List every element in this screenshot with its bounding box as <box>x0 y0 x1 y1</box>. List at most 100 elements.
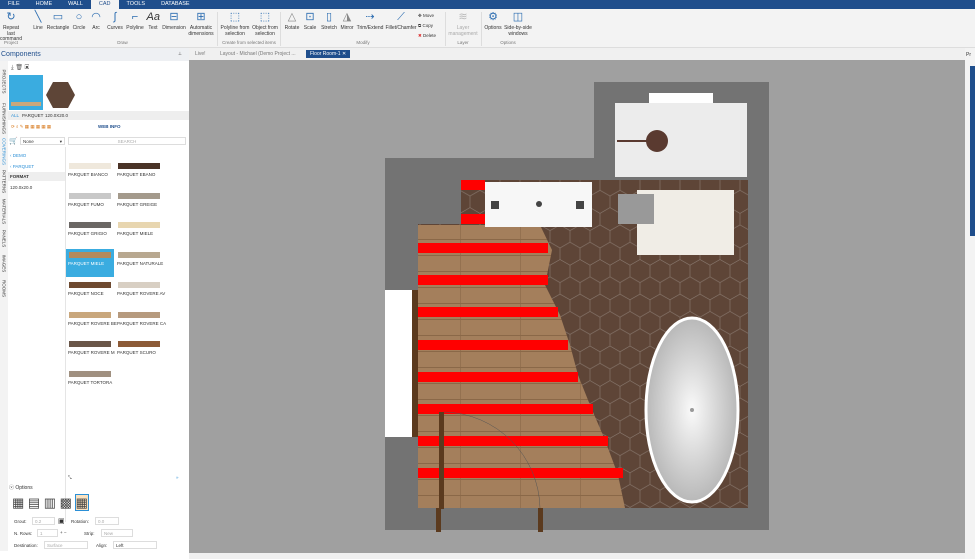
rows-stepper[interactable]: + − <box>60 530 67 535</box>
line-button[interactable]: ╲ Line <box>30 11 46 32</box>
rows-label: N. Rows: <box>14 531 33 536</box>
panel-title: Components <box>0 48 189 61</box>
menu-file[interactable]: FILE <box>0 0 28 9</box>
strip-label: Strip: <box>84 531 95 536</box>
grout-input[interactable]: 0.2 <box>32 517 55 525</box>
tree-demo[interactable]: ‹ DEMO <box>10 153 26 158</box>
menu-database[interactable]: DATABASE <box>153 0 198 9</box>
vtab-projects[interactable]: PROJECTS <box>2 64 7 100</box>
layers-icon: ≋ <box>458 11 468 23</box>
component-tile[interactable]: PARQUET GRIGIO <box>66 219 114 247</box>
mirror-button[interactable]: ◮ Mirror <box>339 11 355 32</box>
component-tile[interactable]: PARQUET ROVERE M <box>66 338 115 366</box>
dimension-icon: ⊟ <box>169 11 179 23</box>
crumb-parquet[interactable]: PARQUET <box>22 113 43 118</box>
toolbar-icons[interactable]: ⟳ ⌕ ✎ ▦ ▦ ▦ ▦ ▦ <box>11 124 51 130</box>
menu-cad[interactable]: CAD <box>90 0 119 9</box>
tile-label: PARQUET ROVERE CA <box>117 320 167 326</box>
filter-select[interactable]: None ▾ <box>20 137 65 145</box>
tile-thumbnail <box>118 281 160 288</box>
menu-tools[interactable]: TOOLS <box>119 0 154 9</box>
rotate-button[interactable]: △ Rotate <box>283 11 301 32</box>
polyline-from-selection-button[interactable]: ⬚ Polyline from selection <box>219 11 251 37</box>
delete-button[interactable]: ✖ Delete <box>418 33 436 39</box>
trim-extend-button[interactable]: ⇢ Trim/Extend <box>356 11 384 32</box>
properties-strip[interactable] <box>970 66 975 236</box>
tab-floor-room[interactable]: Floor Room-1 ✕ <box>306 50 351 58</box>
side-by-side-button[interactable]: ◫ Side-by-side windows <box>503 11 533 37</box>
options-toggle[interactable]: ⓥ Options <box>9 484 33 491</box>
drawing-canvas[interactable] <box>189 60 965 553</box>
component-tile[interactable]: PARQUET FUMO <box>66 190 114 218</box>
component-tile[interactable]: PARQUET SCURO <box>115 338 163 366</box>
component-tile[interactable]: PARQUET EBANO <box>115 160 163 188</box>
rows-select[interactable]: 1 <box>37 529 58 537</box>
component-tile[interactable]: PARQUET GREIGE <box>115 190 163 218</box>
dimension-button[interactable]: ⊟ Dimension <box>161 11 187 32</box>
pin-icon[interactable]: ⊥ <box>178 51 182 57</box>
tile-label: PARQUET FUMO <box>68 201 104 207</box>
hexagon-swatch[interactable] <box>45 81 76 109</box>
group-label: Layer <box>457 40 469 45</box>
search-input[interactable]: SEARCH <box>68 137 186 145</box>
tile-thumbnail <box>69 311 111 318</box>
polyline-button[interactable]: ⌐ Polyline <box>124 11 146 32</box>
tile-label: PARQUET SCURO <box>117 350 156 356</box>
tree-format-size[interactable]: 120.0x20.0 <box>10 185 32 190</box>
component-tile[interactable]: PARQUET TORTORA <box>66 368 114 396</box>
rectangle-button[interactable]: ▭ Rectangle <box>46 11 70 32</box>
grout-color-button[interactable]: ▣ <box>58 517 65 525</box>
destination-label: Destination: <box>14 543 38 548</box>
download-icon[interactable]: ⤓ 🗑 ▣ <box>11 64 29 72</box>
ribbon: ↻ Repeat last command ╲ Line ▭ Rectangle ○ C… <box>0 9 975 48</box>
menu-wall[interactable]: WALL <box>60 0 91 9</box>
web-info-button[interactable]: WEB INFO <box>98 124 121 129</box>
object-selection-icon: ⬚ <box>259 11 271 23</box>
text-button[interactable]: Aa Text <box>146 11 160 32</box>
component-tile[interactable]: PARQUET NATURALE <box>115 249 163 277</box>
selected-parquet-swatch[interactable] <box>9 75 43 110</box>
automatic-dimensions-button[interactable]: ⊞ Automatic dimensions <box>187 11 215 37</box>
component-tile[interactable]: PARQUET BIANCO <box>66 160 114 188</box>
layer-management-button[interactable]: ≋ Layer management <box>447 11 479 37</box>
fillet-chamfer-button[interactable]: ⟋ Fillet/Chamfer <box>385 11 417 32</box>
copy-button[interactable]: ⧉ Copy <box>418 23 433 28</box>
tree-format[interactable]: FORMAT <box>10 174 29 179</box>
pattern-buttons[interactable]: ▦ ▤ ▥ ▩ ▦ <box>12 494 89 511</box>
crumb-format[interactable]: 120.0X20.0 <box>45 113 68 118</box>
move-button[interactable]: ✥ Move <box>418 13 434 19</box>
component-tile[interactable]: PARQUET ROVERE CA <box>115 309 167 337</box>
tile-thumbnail <box>69 252 111 259</box>
mirror-icon: ◮ <box>342 11 352 23</box>
tab-live[interactable]: Live! <box>191 50 210 58</box>
destination-select[interactable]: Surface <box>44 541 88 549</box>
rotation-label: Rotation: <box>71 519 90 524</box>
object-from-selection-button[interactable]: ⬚ Object from selection <box>251 11 279 37</box>
align-select[interactable]: Left <box>113 541 157 549</box>
component-tile[interactable]: PARQUET ROVERE AV <box>115 279 165 307</box>
rotate-icon: △ <box>287 11 297 23</box>
component-tile[interactable]: PARQUET ROVERE BE <box>66 309 117 337</box>
menu-home[interactable]: HOME <box>28 0 61 9</box>
strip-select[interactable]: New <box>101 529 133 537</box>
horizontal-scrollbar[interactable] <box>189 553 965 559</box>
curves-button[interactable]: ∫ Curves <box>106 11 124 32</box>
collapse-icon[interactable]: » <box>176 475 179 480</box>
stretch-button[interactable]: ▯ Stretch <box>319 11 339 32</box>
component-tile[interactable]: PARQUET MIELE <box>115 219 163 247</box>
vtab-furnishings[interactable]: FURNISHINGS <box>2 101 7 137</box>
options-button[interactable]: ⚙ Options <box>483 11 503 32</box>
tab-layout[interactable]: Layout - Michael (Demo Project ... <box>216 50 300 58</box>
crumb-all[interactable]: ALL <box>11 113 19 118</box>
vtab-rooms[interactable]: ROOMS <box>2 271 7 307</box>
rotation-input[interactable]: 0.0 <box>95 517 119 525</box>
scale-button[interactable]: ⊡ Scale <box>302 11 318 32</box>
close-icon[interactable]: ✕ <box>342 51 346 57</box>
arc-button[interactable]: ◠ Arc <box>89 11 103 32</box>
resize-icon[interactable]: ⤡ <box>68 475 72 480</box>
component-tile[interactable]: PARQUET NOCE <box>66 279 114 307</box>
tree-parquet[interactable]: ‹ PARQUET <box>10 164 34 169</box>
repeat-last-command-button[interactable]: ↻ Repeat last command <box>0 11 22 43</box>
circle-button[interactable]: ○ Circle <box>71 11 87 32</box>
component-tile[interactable]: PARQUET MIELE <box>66 249 114 278</box>
